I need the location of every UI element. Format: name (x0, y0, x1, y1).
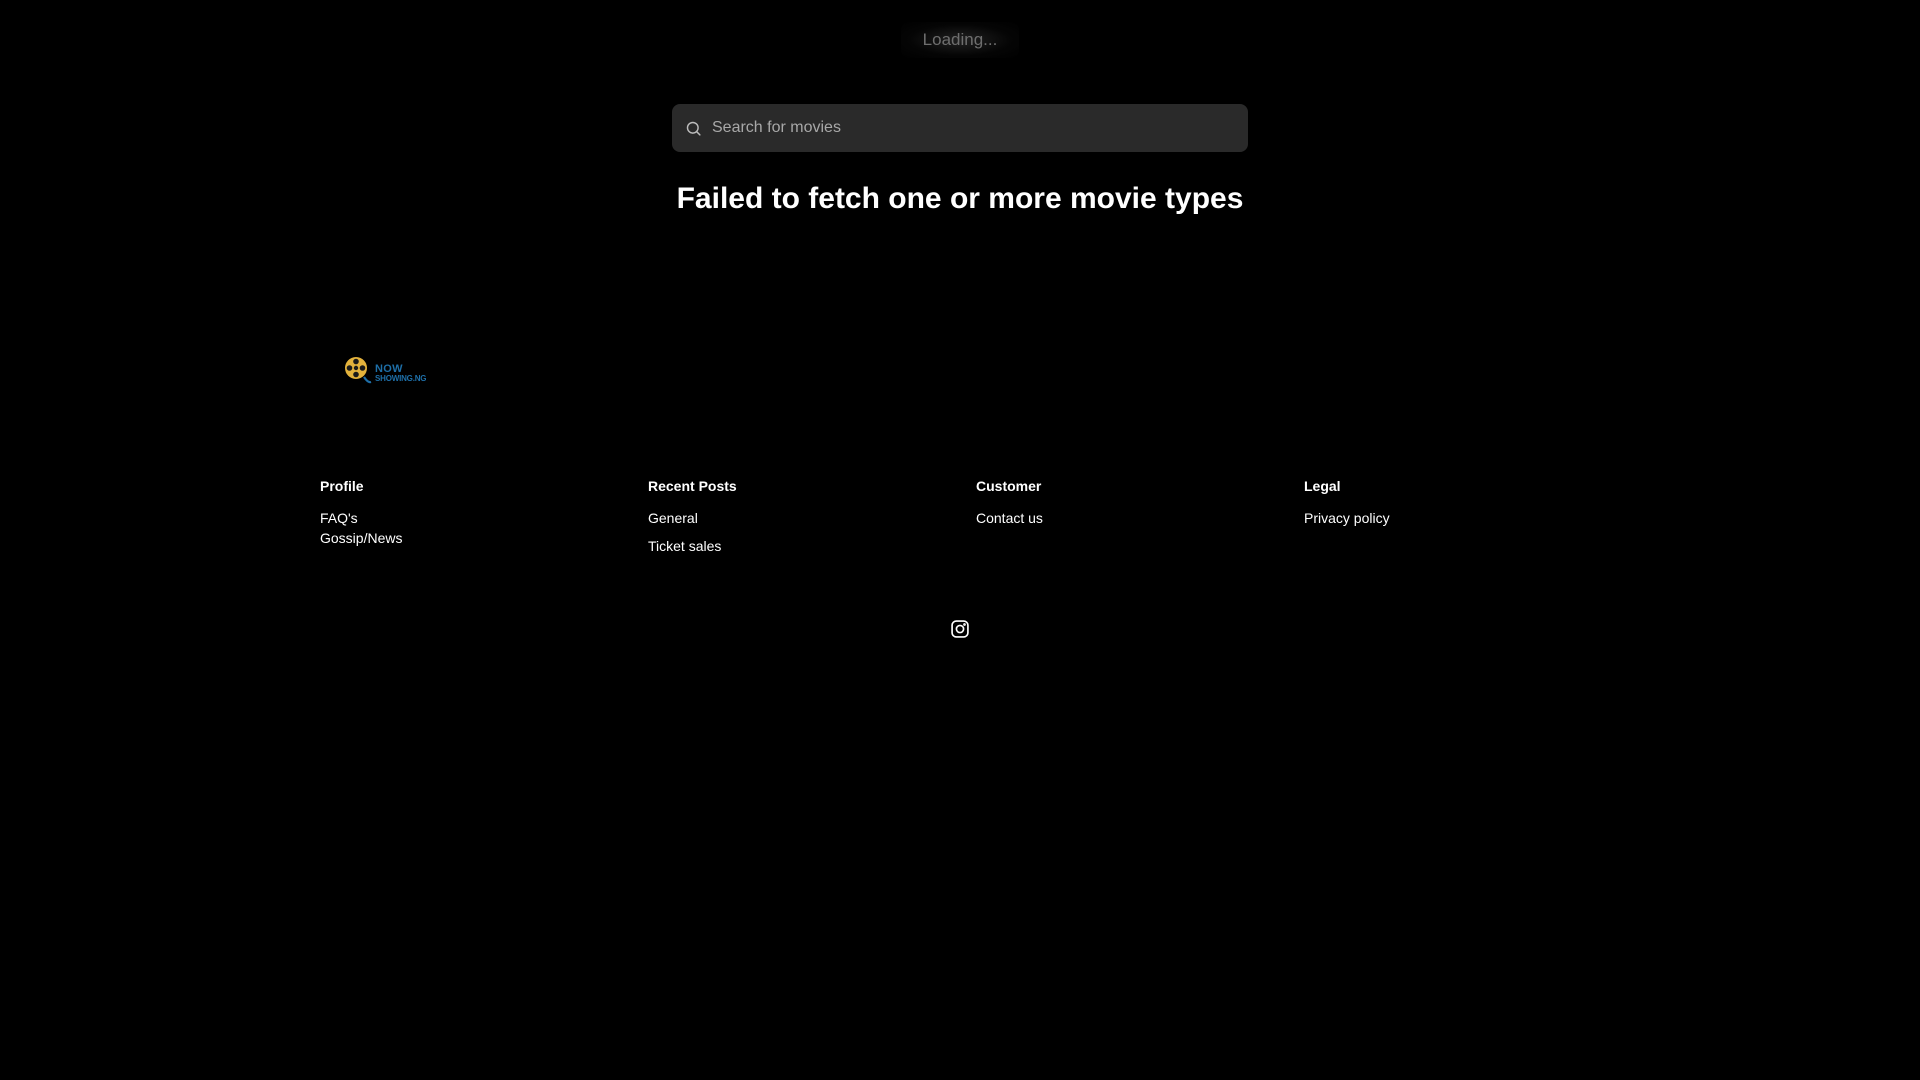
footer-link-gossip-news[interactable]: Gossip/News (320, 530, 648, 546)
footer-links: Profile FAQ's Gossip/News Recent Posts G… (320, 478, 1632, 554)
footer-link-faqs[interactable]: FAQ's (320, 510, 648, 526)
footer-link-list: FAQ's Gossip/News (320, 510, 648, 546)
logo-line-showing: SHOWING.NG (375, 373, 427, 383)
footer-link-contact-us[interactable]: Contact us (976, 510, 1304, 526)
footer-column-legal: Legal Privacy policy (1304, 478, 1632, 554)
footer-heading: Legal (1304, 478, 1341, 494)
footer-link-privacy-policy[interactable]: Privacy policy (1304, 510, 1632, 526)
film-reel-icon (344, 356, 372, 391)
instagram-icon (950, 619, 970, 644)
error-message: Failed to fetch one or more movie types (676, 182, 1244, 215)
loading-indicator: Loading... (900, 22, 1020, 58)
logo-wordmark: NOW SHOWING.NG (375, 362, 427, 384)
footer-link-list: Contact us (976, 510, 1304, 526)
site-logo[interactable]: NOW SHOWING.NG (344, 356, 427, 391)
footer-column-customer: Customer Contact us (976, 478, 1304, 554)
footer-heading: Profile (320, 478, 364, 494)
footer-link-ticket-sales[interactable]: Ticket sales (648, 538, 976, 554)
footer-heading: Customer (976, 478, 1042, 494)
footer-heading: Recent Posts (648, 478, 737, 494)
search-input[interactable] (712, 104, 1248, 152)
footer-link-list: Privacy policy (1304, 510, 1632, 526)
footer-column-recent-posts: Recent Posts General Ticket sales (648, 478, 976, 554)
page: Loading... Failed to fetch one or more m… (0, 0, 1920, 1080)
footer-link-list: General Ticket sales (648, 510, 976, 554)
footer-column-profile: Profile FAQ's Gossip/News (320, 478, 648, 554)
footer-link-general[interactable]: General (648, 510, 976, 526)
instagram-link[interactable] (949, 619, 971, 644)
logo-line-now: NOW (375, 362, 403, 375)
search-icon (684, 119, 702, 137)
search-bar[interactable] (672, 104, 1248, 152)
loading-container: Loading... (0, 22, 1920, 58)
